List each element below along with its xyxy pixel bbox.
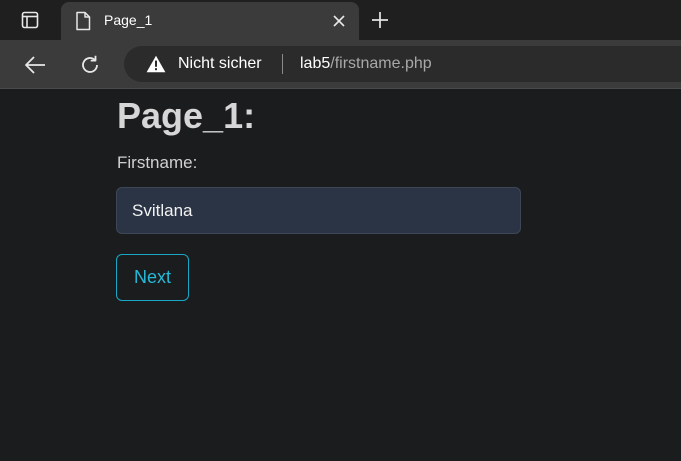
tab-actions-icon (21, 11, 39, 29)
page-content: Page_1: Firstname: Next (0, 90, 681, 461)
url-path: /firstname.php (330, 55, 432, 72)
security-status-label[interactable]: Nicht sicher (178, 55, 262, 73)
new-tab-button[interactable] (366, 6, 394, 34)
reload-icon (82, 55, 98, 73)
tab-title: Page_1 (104, 12, 153, 28)
next-button[interactable]: Next (116, 254, 189, 301)
tab-strip: Page_1 (0, 0, 681, 40)
tab-actions-button[interactable] (8, 7, 52, 33)
plus-icon (372, 12, 388, 28)
back-arrow-icon (25, 56, 45, 74)
warning-triangle-icon[interactable] (146, 55, 166, 73)
browser-toolbar: Nicht sicher lab5/firstname.php (0, 40, 681, 89)
address-separator (282, 54, 283, 74)
browser-window: Page_1 Nicht sicher lab5/firstname.php P… (0, 0, 681, 461)
firstname-label: Firstname: (117, 153, 198, 172)
reload-button[interactable] (75, 50, 105, 80)
tab-page-1[interactable]: Page_1 (61, 2, 359, 40)
close-icon (333, 15, 345, 27)
page-title: Page_1: (117, 95, 256, 136)
document-icon (76, 11, 91, 31)
url-text[interactable]: lab5/firstname.php (300, 55, 432, 73)
firstname-input[interactable] (116, 187, 521, 234)
back-button[interactable] (20, 50, 50, 80)
tab-close-button[interactable] (329, 11, 349, 31)
address-bar[interactable]: Nicht sicher lab5/firstname.php (124, 46, 681, 82)
url-host: lab5 (300, 55, 331, 72)
